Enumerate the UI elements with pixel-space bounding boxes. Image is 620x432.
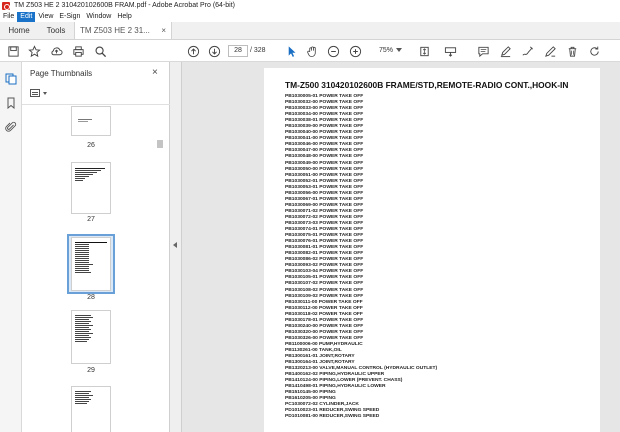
sign-icon[interactable]	[543, 44, 557, 58]
next-page-icon[interactable]	[207, 44, 221, 58]
menu-bar: File Edit View E-Sign Window Help	[0, 11, 620, 22]
document-view[interactable]: TM-Z500 310420102600B FRAME/STD,REMOTE-R…	[182, 62, 620, 432]
zoom-in-icon[interactable]	[348, 44, 362, 58]
acrobat-window: TM Z503 HE 2 310420102600B FRAM.pdf - Ad…	[0, 0, 620, 432]
chevron-down-icon	[43, 91, 47, 95]
scrollbar-thumb[interactable]	[157, 140, 163, 148]
delete-icon[interactable]	[565, 44, 579, 58]
acrobat-logo-icon	[2, 1, 10, 10]
zoom-dropdown-icon[interactable]	[396, 48, 402, 52]
previous-page-icon[interactable]	[186, 44, 200, 58]
page-number-input[interactable]: 28	[228, 45, 248, 57]
thumbnail-label: 27	[87, 216, 95, 223]
panel-title: Page Thumbnails	[30, 69, 93, 78]
tab-document[interactable]: TM Z503 HE 2 31... ×	[74, 22, 172, 39]
bookmarks-icon[interactable]	[4, 96, 18, 110]
panel-collapse-splitter[interactable]	[170, 62, 182, 432]
tab-home[interactable]: Home	[0, 22, 38, 39]
title-bar: TM Z503 HE 2 310420102600B FRAM.pdf - Ad…	[0, 0, 620, 11]
print-icon[interactable]	[71, 44, 85, 58]
upload-cloud-icon[interactable]	[49, 44, 63, 58]
left-tool-rail	[0, 62, 22, 432]
thumbnail-label: 29	[87, 367, 95, 374]
panel-divider	[22, 104, 170, 105]
tab-document-label: TM Z503 HE 2 31...	[80, 26, 150, 35]
tab-tools[interactable]: Tools	[38, 22, 74, 39]
window-title: TM Z503 HE 2 310420102600B FRAM.pdf - Ad…	[14, 2, 236, 9]
fit-page-icon[interactable]	[417, 44, 431, 58]
thumbnail-label: 28	[87, 294, 95, 301]
menu-esign[interactable]: E-Sign	[56, 12, 83, 22]
menu-view[interactable]: View	[35, 12, 56, 22]
panel-close-icon[interactable]: ×	[152, 67, 158, 78]
bookmark-star-icon[interactable]	[27, 44, 41, 58]
menu-window[interactable]: Window	[83, 12, 114, 22]
tab-bar: Home Tools TM Z503 HE 2 31... ×	[0, 22, 620, 40]
save-icon[interactable]	[6, 44, 20, 58]
main-toolbar: 28 / 328 75%	[0, 40, 620, 62]
thumbnail-page-selected[interactable]	[71, 237, 111, 291]
highlight-pen-icon[interactable]	[498, 44, 512, 58]
thumbnail-page[interactable]	[71, 310, 111, 364]
rotate-icon[interactable]	[587, 44, 601, 58]
draw-icon[interactable]	[520, 44, 534, 58]
thumbnail-page[interactable]	[71, 386, 111, 432]
parts-list: PB1030005-01 POWER TAKE OFF PB1030032-00 …	[285, 94, 437, 421]
thumbnail-page[interactable]	[71, 162, 111, 214]
document-page: TM-Z500 310420102600B FRAME/STD,REMOTE-R…	[264, 68, 600, 432]
thumbnails-scrollbar[interactable]	[156, 106, 164, 432]
thumbnail-options-menu[interactable]	[30, 87, 50, 99]
page-total: / 328	[250, 47, 266, 54]
attachments-icon[interactable]	[4, 120, 18, 134]
search-icon[interactable]	[93, 44, 107, 58]
keyboard-icon[interactable]	[443, 44, 457, 58]
collapse-arrow-icon[interactable]	[173, 242, 177, 248]
select-cursor-icon[interactable]	[284, 44, 298, 58]
page-thumbnails-icon[interactable]	[4, 72, 18, 86]
thumbnail-label: 26	[87, 142, 95, 149]
document-heading: TM-Z500 310420102600B FRAME/STD,REMOTE-R…	[285, 80, 569, 90]
menu-help[interactable]: Help	[114, 12, 134, 22]
options-icon	[30, 89, 40, 97]
menu-edit[interactable]: Edit	[17, 11, 36, 22]
parts-list-item: PD1010081-00 REDUCER,SWING SPEED	[285, 414, 380, 420]
comment-icon[interactable]	[476, 44, 490, 58]
menu-file[interactable]: File	[0, 12, 17, 22]
zoom-out-icon[interactable]	[326, 44, 340, 58]
page-thumbnails-panel: Page Thumbnails × 26 27 28 29	[22, 62, 170, 432]
tab-close-icon[interactable]: ×	[161, 26, 166, 35]
thumbnail-page[interactable]	[71, 106, 111, 136]
hand-tool-icon[interactable]	[305, 44, 319, 58]
